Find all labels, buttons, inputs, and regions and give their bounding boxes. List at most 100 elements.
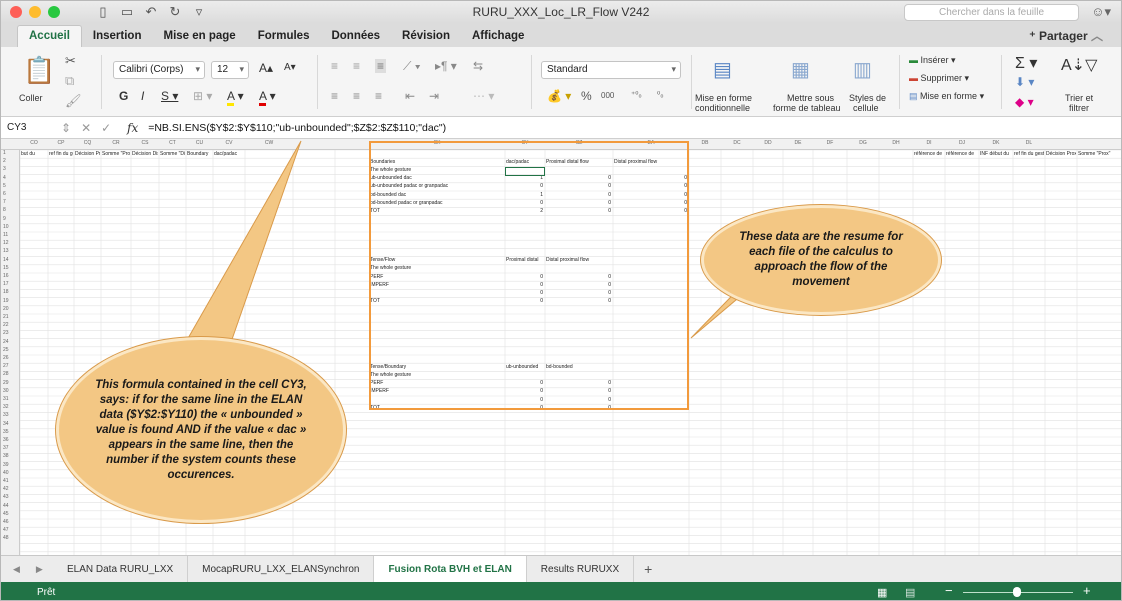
font-color-button[interactable]: A ▾ bbox=[259, 89, 276, 106]
underline-button[interactable]: S ▾ bbox=[161, 89, 178, 103]
feedback-icon[interactable]: ☺▾ bbox=[1091, 4, 1111, 20]
sort-label-1: Trier et bbox=[1065, 93, 1094, 103]
sort-label-2: filtrer bbox=[1069, 103, 1089, 113]
save-icon[interactable]: ▭ bbox=[120, 4, 134, 20]
formula-bar: CY3 ⇕ ✕ ✓ fx =NB.SI.ENS($Y$2:$Y$110;"ub-… bbox=[1, 117, 1121, 139]
font-size-select[interactable]: 12 bbox=[211, 61, 249, 79]
page-layout-view-icon[interactable]: ▤ bbox=[905, 586, 915, 599]
accept-formula-icon[interactable]: ✓ bbox=[101, 121, 111, 135]
align-right-button[interactable]: ≡ bbox=[375, 89, 382, 103]
paste-icon[interactable]: 📋 bbox=[23, 55, 55, 86]
cancel-formula-icon[interactable]: ✕ bbox=[81, 121, 91, 135]
sheet-tab-elan-data[interactable]: ELAN Data RURU_LXX bbox=[53, 555, 189, 583]
normal-view-icon[interactable]: ▦ bbox=[877, 586, 887, 599]
minimize-window-button[interactable] bbox=[29, 6, 41, 18]
window-controls bbox=[10, 6, 60, 18]
tab-formules[interactable]: Formules bbox=[247, 26, 321, 47]
add-sheet-button[interactable]: + bbox=[634, 561, 652, 577]
insert-function-icon[interactable]: fx bbox=[127, 121, 138, 135]
share-button[interactable]: ⁺ Partager ︿ bbox=[1029, 27, 1103, 44]
copy-icon[interactable]: ⧉ bbox=[65, 73, 74, 89]
format-label: Mise en forme bbox=[920, 91, 978, 101]
cut-icon[interactable]: ✂ bbox=[65, 53, 76, 69]
sheet-tab-mocap[interactable]: MocapRURU_LXX_ELANSynchron bbox=[188, 555, 375, 583]
table-format-label-2: forme de tableau bbox=[773, 103, 841, 113]
table-format-label-1: Mettre sous bbox=[787, 93, 835, 103]
namebox-stepper-icon[interactable]: ⇕ bbox=[61, 121, 71, 135]
close-window-button[interactable] bbox=[10, 6, 22, 18]
merge-center-button[interactable]: ⋯ ▾ bbox=[473, 89, 494, 103]
cell-styles-icon[interactable]: ▥ bbox=[853, 57, 872, 82]
zoom-out-button[interactable]: − bbox=[945, 583, 953, 598]
merge-icon[interactable]: ⇆ bbox=[473, 59, 483, 73]
fill-button[interactable]: ⬇ ▾ bbox=[1015, 75, 1034, 89]
formula-controls: ⇕ ✕ ✓ bbox=[61, 121, 127, 135]
zoom-in-button[interactable]: + bbox=[1083, 583, 1091, 598]
zoom-slider-thumb[interactable] bbox=[1013, 587, 1021, 597]
sheet-tab-results[interactable]: Results RURUXX bbox=[527, 555, 635, 583]
conditional-formatting-icon[interactable]: ▤ bbox=[713, 57, 732, 82]
prev-sheet-icon[interactable]: ◀ bbox=[13, 564, 20, 575]
decrease-font-size-button[interactable]: A▾ bbox=[284, 62, 296, 73]
tab-revision[interactable]: Révision bbox=[391, 26, 461, 47]
format-painter-icon[interactable]: 🖌 bbox=[65, 93, 82, 109]
name-box[interactable]: CY3 bbox=[1, 122, 61, 133]
borders-button[interactable]: ⊞ ▾ bbox=[193, 89, 212, 103]
tab-donnees[interactable]: Données bbox=[320, 26, 391, 47]
tab-affichage[interactable]: Affichage bbox=[461, 26, 535, 47]
format-cells-button[interactable]: ▤ Mise en forme ▾ bbox=[909, 91, 984, 102]
decrease-indent-button[interactable]: ⇤ bbox=[405, 89, 415, 103]
number-format-select[interactable]: Standard bbox=[541, 61, 681, 79]
quick-access-toolbar: ▯ ▭ ↶ ↻ ▿ bbox=[96, 4, 206, 20]
clear-button[interactable]: ◆ ▾ bbox=[1015, 95, 1034, 109]
decrease-decimal-button[interactable]: ⁰₀ bbox=[657, 90, 664, 99]
data-summary-callout: These data are the resume for each file … bbox=[701, 205, 941, 315]
increase-font-size-button[interactable]: A▴ bbox=[259, 61, 273, 75]
tab-insertion[interactable]: Insertion bbox=[82, 26, 153, 47]
sheet-nav: ◀ ▶ bbox=[1, 564, 53, 575]
wrap-text-button[interactable]: ▸¶ ▾ bbox=[435, 59, 457, 73]
cell-styles-label-1: Styles de bbox=[849, 93, 887, 103]
format-as-table-icon[interactable]: ▦ bbox=[791, 57, 810, 82]
fill-color-button[interactable]: A ▾ bbox=[227, 89, 244, 106]
delete-cells-button[interactable]: ▬ Supprimer ▾ bbox=[909, 73, 969, 84]
undo-icon[interactable]: ↶ bbox=[144, 4, 158, 20]
center-button[interactable]: ≡ bbox=[353, 89, 360, 103]
spreadsheet-grid[interactable]: CO CP CQ CR CS CT CU CV CW CX CY CZ DA DB DC DD DE DF DG DH… bbox=[1, 139, 1121, 555]
cond-format-label-2: conditionnelle bbox=[695, 103, 751, 113]
align-left-button[interactable]: ≡ bbox=[331, 89, 338, 103]
sidebar-icon[interactable]: ▯ bbox=[96, 4, 110, 20]
percent-button[interactable]: % bbox=[581, 89, 592, 103]
ribbon: 📋 Coller ✂ ⧉ 🖌 Calibri (Corps) 12 A▴ A▾ … bbox=[1, 47, 1121, 117]
accounting-format-button[interactable]: 💰 ▾ bbox=[547, 89, 571, 103]
formula-explanation-callout: This formula contained in the cell CY3, … bbox=[56, 337, 346, 523]
insert-icon: ▬ bbox=[909, 55, 918, 65]
align-middle-button[interactable]: ≡ bbox=[353, 59, 360, 73]
formula-input[interactable]: =NB.SI.ENS($Y$2:$Y$110;"ub-unbounded";$Z… bbox=[148, 122, 446, 134]
window-title: RURU_XXX_Loc_LR_Flow V242 bbox=[472, 5, 650, 19]
excel-window: ▯ ▭ ↶ ↻ ▿ RURU_XXX_Loc_LR_Flow V242 Cher… bbox=[0, 0, 1122, 601]
tab-mise-en-page[interactable]: Mise en page bbox=[152, 26, 246, 47]
font-name-select[interactable]: Calibri (Corps) bbox=[113, 61, 205, 79]
sort-filter-icon[interactable]: A⇣▽ bbox=[1061, 55, 1097, 75]
sheet-tab-fusion[interactable]: Fusion Rota BVH et ELAN bbox=[374, 555, 527, 583]
redo-icon[interactable]: ↻ bbox=[168, 4, 182, 20]
insert-cells-button[interactable]: ▬ Insérer ▾ bbox=[909, 55, 956, 66]
delete-label: Supprimer bbox=[920, 73, 963, 83]
next-sheet-icon[interactable]: ▶ bbox=[36, 564, 43, 575]
tab-accueil[interactable]: Accueil bbox=[17, 25, 82, 47]
orientation-button[interactable]: ⟋ ▾ bbox=[403, 59, 421, 74]
autosum-button[interactable]: Σ ▾ bbox=[1015, 53, 1037, 73]
italic-button[interactable]: I bbox=[141, 89, 144, 103]
bold-button[interactable]: G bbox=[119, 89, 128, 103]
customize-icon[interactable]: ▿ bbox=[192, 4, 206, 20]
comma-style-button[interactable]: 000 bbox=[601, 91, 614, 100]
increase-decimal-button[interactable]: ⁺⁰₀ bbox=[631, 90, 642, 99]
format-icon: ▤ bbox=[909, 91, 918, 101]
increase-indent-button[interactable]: ⇥ bbox=[429, 89, 439, 103]
align-top-button[interactable]: ≡ bbox=[331, 59, 338, 73]
delete-icon: ▬ bbox=[909, 73, 918, 83]
zoom-window-button[interactable] bbox=[48, 6, 60, 18]
sheet-search-input[interactable]: Chercher dans la feuille bbox=[904, 4, 1079, 21]
align-bottom-button[interactable]: ≡ bbox=[375, 59, 387, 73]
